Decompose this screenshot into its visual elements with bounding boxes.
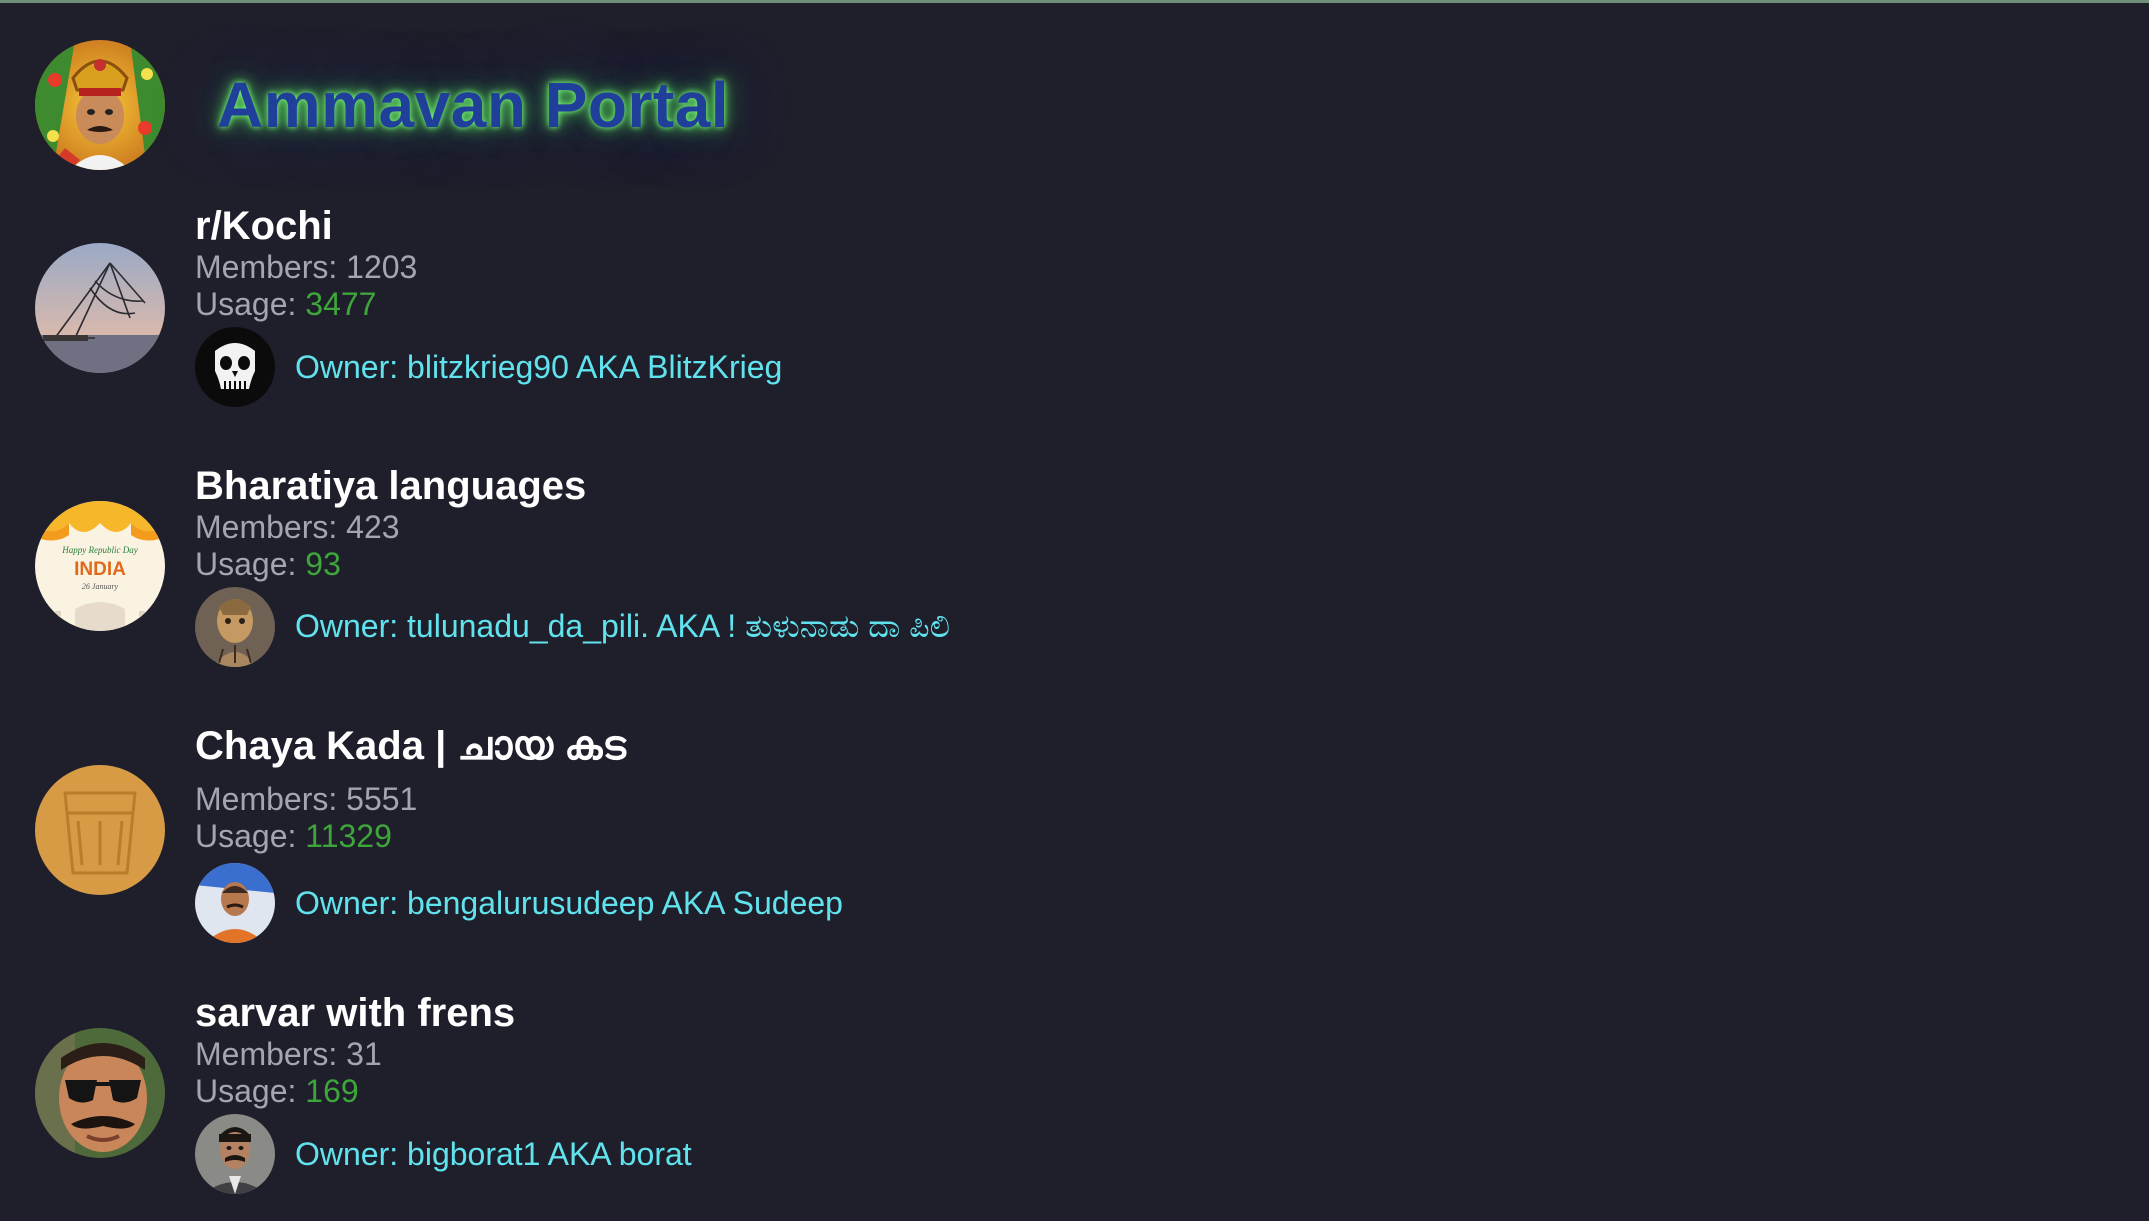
group-name[interactable]: sarvar with frens — [195, 990, 692, 1036]
members-label: Members: — [195, 1036, 347, 1072]
members-value: 423 — [346, 509, 400, 545]
usage-value: 93 — [305, 546, 341, 582]
owner-label[interactable]: Owner: bigborat1 AKA borat — [295, 1136, 692, 1173]
punisher-skull-icon — [195, 327, 275, 407]
kathakali-uncle-avatar-icon — [35, 40, 165, 170]
members-value: 1203 — [346, 249, 418, 285]
owner-label[interactable]: Owner: bengalurusudeep AKA Sudeep — [295, 885, 843, 922]
man-portrait-icon — [195, 863, 275, 943]
owner-row: Owner: bigborat1 AKA borat — [195, 1114, 692, 1194]
group-info: sarvar with frens Members: 31 Usage: 169… — [195, 990, 692, 1194]
page-title: Ammavan Portal — [217, 69, 730, 141]
group-card[interactable]: Happy Republic Day INDIA 26 January Bhar… — [35, 463, 1635, 683]
badge-main-text: INDIA — [74, 559, 126, 580]
usage-count: Usage: 3477 — [195, 286, 782, 323]
members-count: Members: 31 — [195, 1036, 692, 1073]
borat-portrait-icon — [195, 1114, 275, 1194]
chinese-fishing-net-icon — [35, 243, 165, 373]
usage-count: Usage: 93 — [195, 546, 950, 583]
group-card[interactable]: Chaya Kada | ചായ കട Members: 5551 Usage:… — [35, 723, 1635, 953]
members-value: 5551 — [346, 781, 418, 817]
usage-count: Usage: 11329 — [195, 818, 843, 855]
members-label: Members: — [195, 781, 347, 817]
members-value: 31 — [346, 1036, 382, 1072]
owner-label[interactable]: Owner: blitzkrieg90 AKA BlitzKrieg — [295, 349, 782, 386]
republic-day-india-badge-icon: Happy Republic Day INDIA 26 January — [35, 501, 165, 631]
usage-label: Usage: — [195, 286, 306, 322]
usage-label: Usage: — [195, 1073, 306, 1109]
group-info: Chaya Kada | ചായ കട Members: 5551 Usage:… — [195, 723, 843, 943]
group-card[interactable]: r/Kochi Members: 1203 Usage: 3477 Owner:… — [35, 203, 1635, 423]
group-card[interactable]: sarvar with frens Members: 31 Usage: 169… — [35, 990, 1635, 1210]
usage-value: 3477 — [305, 286, 377, 322]
owner-label[interactable]: Owner: tulunadu_da_pili. AKA ! ತುಳುನಾಡು … — [295, 608, 950, 646]
usage-value: 169 — [305, 1073, 359, 1109]
usage-count: Usage: 169 — [195, 1073, 692, 1110]
tiger-dancer-icon — [195, 587, 275, 667]
app-header: Ammavan Portal — [35, 40, 729, 170]
owner-row: Owner: tulunadu_da_pili. AKA ! ತುಳುನಾಡು … — [195, 587, 950, 667]
usage-label: Usage: — [195, 546, 306, 582]
usage-label: Usage: — [195, 818, 306, 854]
members-count: Members: 1203 — [195, 249, 782, 286]
badge-top-text: Happy Republic Day — [61, 545, 137, 555]
owner-row: Owner: blitzkrieg90 AKA BlitzKrieg — [195, 327, 782, 407]
group-name[interactable]: Chaya Kada | ചായ കട — [195, 723, 843, 769]
man-sunglasses-mustache-icon — [35, 1028, 165, 1158]
group-name[interactable]: Bharatiya languages — [195, 463, 950, 509]
group-name[interactable]: r/Kochi — [195, 203, 782, 249]
owner-row: Owner: bengalurusudeep AKA Sudeep — [195, 863, 843, 943]
usage-value: 11329 — [305, 818, 392, 854]
members-label: Members: — [195, 509, 347, 545]
tea-glass-icon — [35, 765, 165, 895]
members-count: Members: 423 — [195, 509, 950, 546]
group-info: r/Kochi Members: 1203 Usage: 3477 Owner:… — [195, 203, 782, 407]
members-count: Members: 5551 — [195, 781, 843, 818]
badge-bottom-text: 26 January — [82, 582, 119, 591]
members-label: Members: — [195, 249, 347, 285]
group-info: Bharatiya languages Members: 423 Usage: … — [195, 463, 950, 667]
